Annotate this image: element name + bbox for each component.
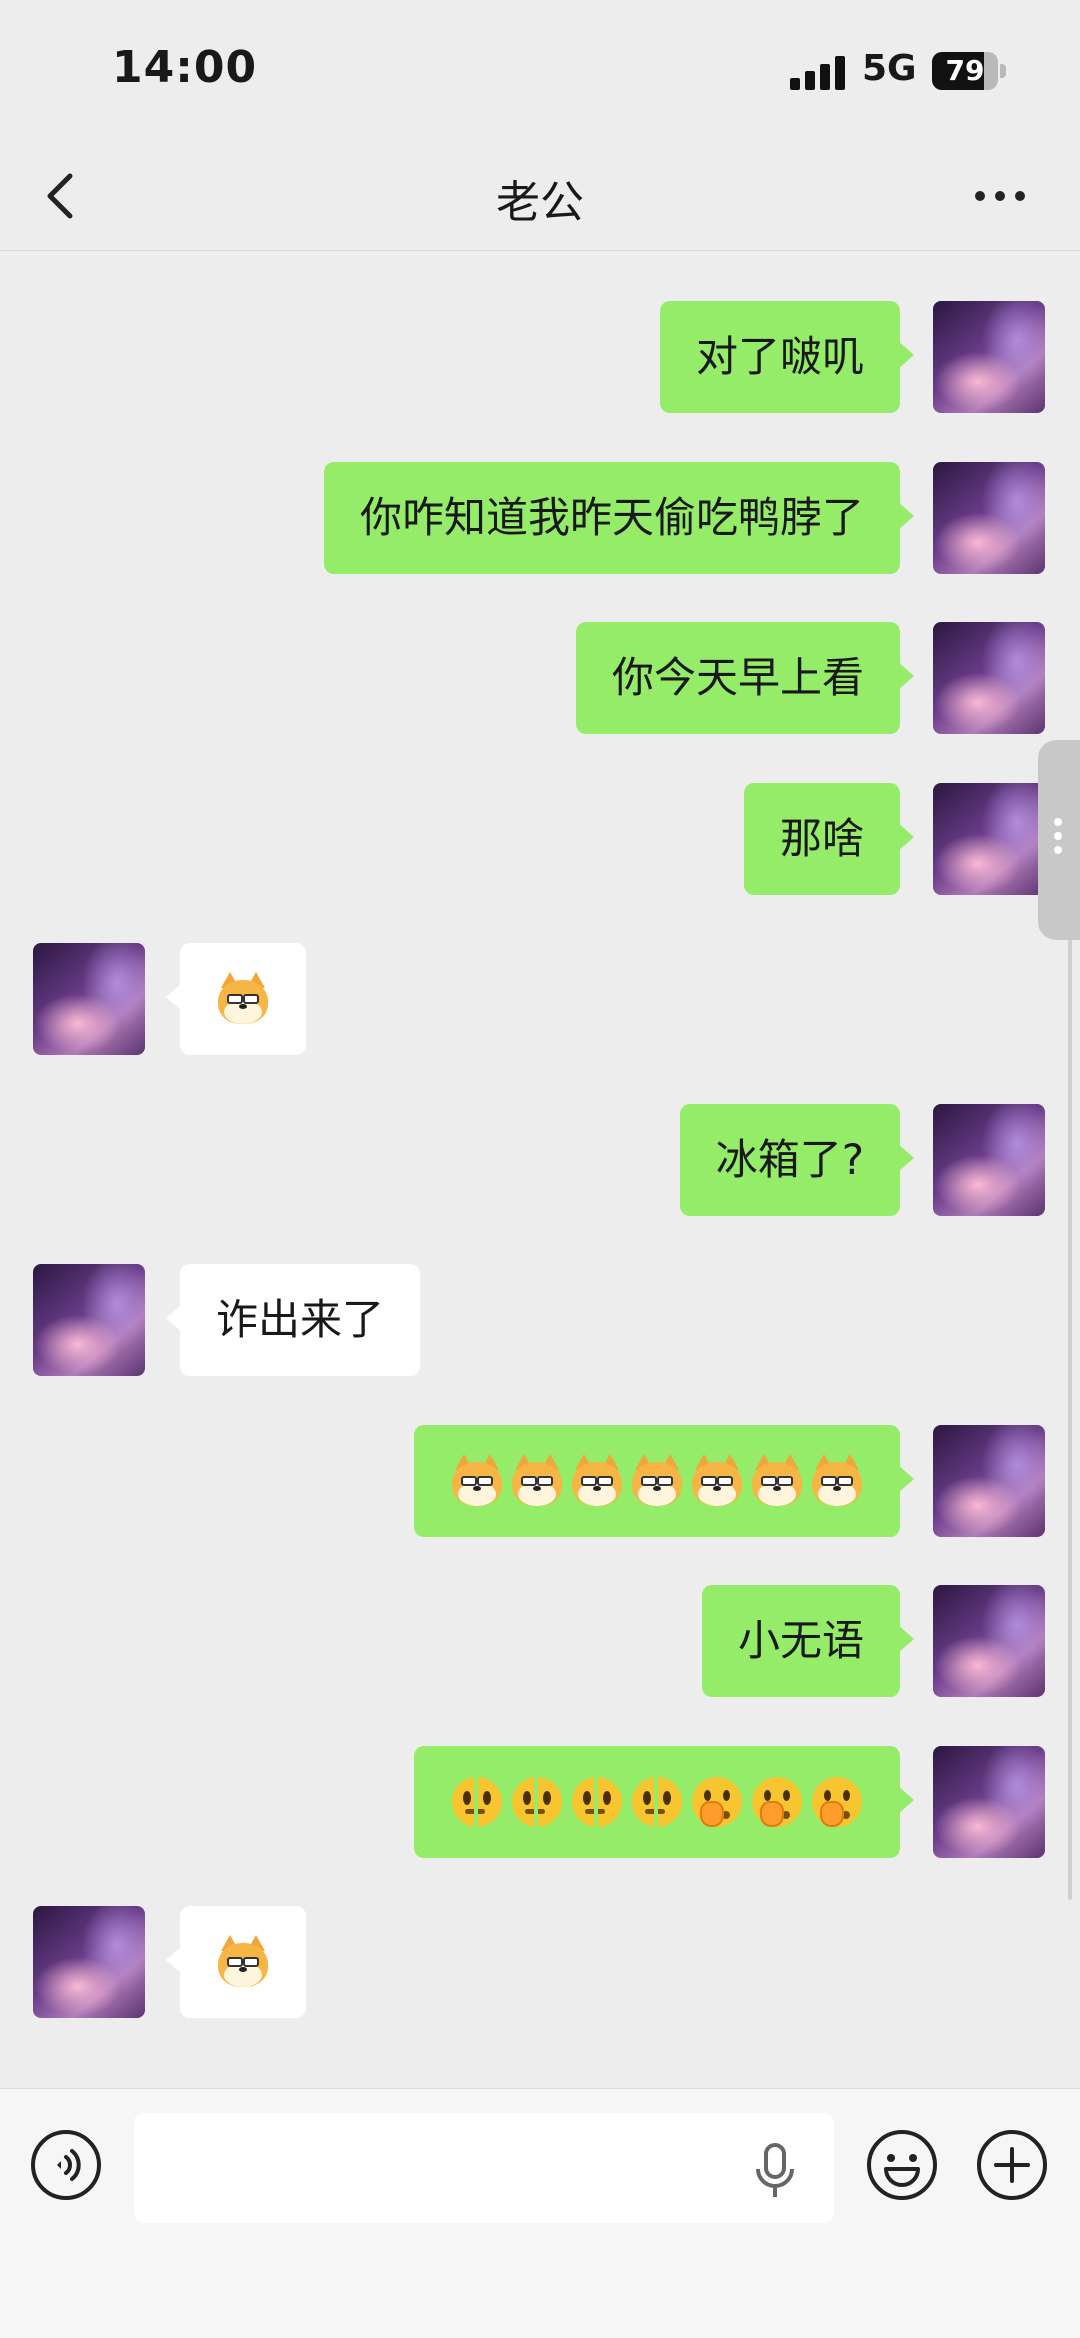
my-message-bubble[interactable]: 对了啵叽 <box>659 301 915 413</box>
message-text: 对了啵叽 <box>695 332 864 381</box>
my-avatar[interactable] <box>933 1104 1045 1216</box>
more-dots-icon[interactable] <box>970 166 1030 226</box>
signal-icon <box>790 56 845 90</box>
input-bar <box>0 2088 1080 2338</box>
message-text: 冰箱了? <box>715 1135 864 1184</box>
message-input[interactable] <box>134 2113 834 2223</box>
contact-message-bubble[interactable]: 诈出来了 <box>165 1264 421 1376</box>
status-time: 14:00 <box>112 42 258 93</box>
chat-title: 老公 <box>496 177 584 228</box>
doge-emoji-icon <box>810 1454 864 1508</box>
network-label: 5G <box>862 48 917 89</box>
plus-icon[interactable] <box>976 2129 1048 2201</box>
my-avatar[interactable] <box>933 301 1045 413</box>
doge-emoji-icon <box>570 1454 624 1508</box>
doge-emoji-icon <box>450 1454 504 1508</box>
status-bar: 14:00 5G 79 <box>0 0 1080 140</box>
message-text: 你今天早上看 <box>611 653 864 702</box>
my-message-bubble[interactable]: 冰箱了? <box>679 1104 915 1216</box>
doge-emoji-icon <box>690 1454 744 1508</box>
shushing-face-emoji-icon <box>690 1775 744 1829</box>
voice-icon[interactable] <box>30 2129 102 2201</box>
my-avatar[interactable] <box>933 1585 1045 1697</box>
my-avatar[interactable] <box>933 1746 1045 1858</box>
chat-header: 老公 <box>0 140 1080 251</box>
doge-emoji-icon <box>510 1454 564 1508</box>
contact-avatar[interactable] <box>33 943 145 1055</box>
doge-emoji-icon <box>216 972 270 1026</box>
message-text: 你咋知道我昨天偷吃鸭脖了 <box>359 493 864 542</box>
scroll-track <box>1068 890 1072 1900</box>
my-avatar[interactable] <box>933 622 1045 734</box>
emoji-icon[interactable] <box>866 2129 938 2201</box>
melting-face-emoji-icon <box>630 1775 684 1829</box>
message-text: 诈出来了 <box>216 1295 385 1344</box>
contact-avatar[interactable] <box>33 1906 145 2018</box>
message-text: 小无语 <box>737 1616 864 1665</box>
melting-face-emoji-icon <box>570 1775 624 1829</box>
message-list[interactable]: 对了啵叽你咋知道我昨天偷吃鸭脖了你今天早上看那啥冰箱了? 诈出来了小无语 <box>0 251 1080 2086</box>
contact-message-bubble[interactable] <box>166 943 306 1055</box>
battery-level: 79 <box>945 54 985 87</box>
melting-face-emoji-icon <box>510 1775 564 1829</box>
shushing-face-emoji-icon <box>750 1775 804 1829</box>
contact-message-bubble[interactable] <box>166 1906 306 2018</box>
melting-face-emoji-icon <box>450 1775 504 1829</box>
my-message-bubble[interactable]: 你咋知道我昨天偷吃鸭脖了 <box>323 462 915 574</box>
shushing-face-emoji-icon <box>810 1775 864 1829</box>
message-text: 那啥 <box>779 814 864 863</box>
my-message-bubble[interactable] <box>414 1746 914 1858</box>
my-avatar[interactable] <box>933 1425 1045 1537</box>
my-message-bubble[interactable]: 小无语 <box>701 1585 915 1697</box>
contact-avatar[interactable] <box>33 1264 145 1376</box>
battery-icon: 79 <box>932 52 1008 90</box>
doge-emoji-icon <box>750 1454 804 1508</box>
my-avatar[interactable] <box>933 783 1045 895</box>
doge-emoji-icon <box>630 1454 684 1508</box>
my-message-bubble[interactable]: 你今天早上看 <box>575 622 915 734</box>
doge-emoji-icon <box>216 1935 270 1989</box>
my-avatar[interactable] <box>933 462 1045 574</box>
my-message-bubble[interactable]: 那啥 <box>743 783 915 895</box>
microphone-icon[interactable] <box>750 2141 800 2201</box>
scroll-handle[interactable] <box>1038 740 1080 940</box>
my-message-bubble[interactable] <box>414 1425 914 1537</box>
